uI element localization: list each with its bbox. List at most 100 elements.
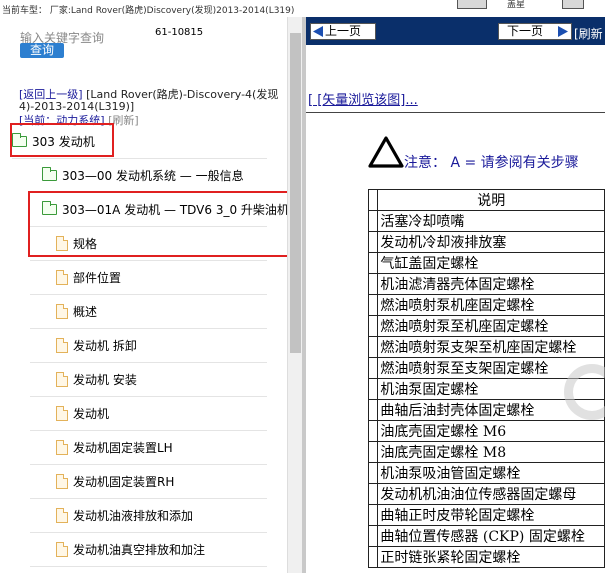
table-cell-description: 活塞冷却喷嘴 [377, 210, 605, 232]
table-cell-description: 燃油喷射泵至机座固定螺栓 [377, 315, 605, 337]
table-row: 油底壳固定螺栓 M6 [367, 420, 605, 442]
table-row: 曲轴位置传感器 (CKP) 固定螺栓 [367, 525, 605, 547]
vertical-scrollbar[interactable] [287, 17, 302, 573]
top-bar: 当前车型： 厂家:Land Rover(路虎)Discovery(发现)2013… [0, 0, 605, 17]
table-cell-description: 机油泵吸油管固定螺栓 [377, 462, 605, 484]
table-row: 燃油喷射泵支架至机座固定螺栓 [367, 336, 605, 358]
vector-view-link[interactable]: [ [矢量浏览该图]... [308, 89, 418, 108]
table-row: 发动机机油油位传感器固定螺母 [367, 483, 605, 505]
tree-document-item[interactable]: 发动机固定装置RH [56, 465, 174, 497]
annotation-highlight-box [10, 123, 114, 157]
tree-document-item[interactable]: 概述 [56, 295, 97, 327]
table-row: 油底壳固定螺栓 M8 [367, 441, 605, 463]
tree-document-item[interactable]: 发动机 [56, 397, 109, 429]
table-cell [367, 525, 379, 547]
table-cell-description: 发动机机油油位传感器固定螺母 [377, 483, 605, 505]
table-header-description: 说明 [377, 189, 605, 211]
table-cell-description: 燃油喷射泵支架至机座固定螺栓 [377, 336, 605, 358]
table-cell [367, 231, 379, 253]
table-cell-description: 曲轴位置传感器 (CKP) 固定螺栓 [377, 525, 605, 547]
document-icon [56, 541, 68, 557]
table-cell-description: 曲轴正时皮带轮固定螺栓 [377, 504, 605, 526]
tree-item-label: 发动机固定装置RH [73, 474, 175, 489]
tree-item-label: 概述 [73, 304, 98, 319]
tree-separator [30, 566, 267, 567]
viewer-toolbar: 上一页 下一页 [刷新 [306, 17, 605, 45]
navigation-pane: 输入关键字查询 查询 61-10815 [返回上一级] [Land Rover(… [0, 17, 304, 573]
arrow-right-icon [558, 26, 568, 37]
note-body: A = 请参阅有关步骤 [450, 155, 579, 171]
tree-document-item[interactable]: 发动机油液排放和添加 [56, 499, 193, 531]
table-cell [367, 294, 379, 316]
table-cell [367, 420, 379, 442]
tree-item-label: 发动机 安装 [73, 372, 137, 387]
back-link[interactable]: [返回上一级] [Land Rover(路虎)-Discovery-4(发现4)… [19, 89, 281, 113]
toolbar-label: 盖星 [507, 0, 526, 10]
table-cell [367, 315, 379, 337]
table-cell-description: 油底壳固定螺栓 M6 [377, 420, 605, 442]
tree-item-label: 发动机 拆卸 [73, 338, 137, 353]
document-viewer: 上一页 下一页 [刷新 [ [矢量浏览该图]... 注意： A = 请参阅有关步… [306, 17, 605, 573]
tree-item-label: 部件位置 [73, 270, 122, 285]
table-row: 发动机冷却液排放塞 [367, 231, 605, 253]
table-cell [367, 357, 379, 379]
prev-page-button[interactable]: 上一页 [310, 23, 376, 40]
note-label: 注意： [404, 155, 446, 171]
tree-document-item[interactable]: 发动机 拆卸 [56, 329, 137, 361]
table-row: 正时链张紧轮固定螺栓 [367, 546, 605, 568]
table-cell-description: 气缸盖固定螺栓 [377, 252, 605, 274]
table-cell-description: 油底壳固定螺栓 M8 [377, 441, 605, 463]
tree-item-label: 发动机 [73, 406, 110, 421]
table-cell [367, 336, 379, 358]
table-row: 活塞冷却喷嘴 [367, 210, 605, 232]
scrollbar-thumb[interactable] [290, 33, 301, 353]
table-cell [367, 462, 379, 484]
table-row: 燃油喷射泵机座固定螺栓 [367, 294, 605, 316]
table-row: 气缸盖固定螺栓 [367, 252, 605, 274]
document-icon [56, 439, 68, 455]
table-cell [367, 273, 379, 295]
tree-document-item[interactable]: 发动机固定装置LH [56, 431, 173, 463]
arrow-left-icon [313, 26, 323, 37]
tree-item-label: 发动机油真空排放和加注 [73, 542, 206, 557]
table-row: 曲轴正时皮带轮固定螺栓 [367, 504, 605, 526]
document-icon [56, 303, 68, 319]
tree-item-label: 303—00 发动机系统 — 一般信息 [62, 168, 244, 183]
annotation-highlight-box [28, 191, 300, 257]
document-icon [56, 405, 68, 421]
viewer-refresh-link[interactable]: [刷新 [574, 25, 603, 42]
table-cell [367, 210, 379, 232]
warning-triangle-icon [368, 136, 404, 168]
table-row: 燃油喷射泵至机座固定螺栓 [367, 315, 605, 337]
next-page-button[interactable]: 下一页 [498, 23, 572, 40]
divider-line [306, 112, 605, 113]
tree-folder-item[interactable]: 303—00 发动机系统 — 一般信息 [42, 159, 244, 191]
table-cell-description: 正时链张紧轮固定螺栓 [377, 546, 605, 568]
table-cell [367, 546, 379, 568]
result-count: 61-10815 [155, 27, 204, 38]
table-header-cell [367, 189, 379, 211]
toolbar-icon[interactable] [457, 0, 487, 9]
document-icon [56, 337, 68, 353]
prev-page-label: 上一页 [325, 24, 362, 38]
search-button[interactable]: 查询 [20, 43, 64, 58]
table-cell [367, 483, 379, 505]
note-text: 注意： A = 请参阅有关步骤 [404, 152, 579, 172]
tree-item-label: 发动机固定装置LH [73, 440, 173, 455]
table-cell-description: 机油滤清器壳体固定螺栓 [377, 273, 605, 295]
tree-document-item[interactable]: 发动机 安装 [56, 363, 137, 395]
table-cell [367, 399, 379, 421]
table-cell [367, 378, 379, 400]
document-icon [56, 473, 68, 489]
current-vehicle-label: 当前车型： 厂家:Land Rover(路虎)Discovery(发现)2013… [2, 6, 295, 16]
tree-document-item[interactable]: 发动机油真空排放和加注 [56, 533, 205, 565]
next-page-label: 下一页 [507, 24, 544, 38]
table-cell [367, 252, 379, 274]
toolbar-icon[interactable] [562, 0, 584, 9]
tree-item-label: 发动机油液排放和添加 [73, 508, 194, 523]
document-icon [56, 269, 68, 285]
table-row: 机油泵吸油管固定螺栓 [367, 462, 605, 484]
document-icon [56, 507, 68, 523]
tree-document-item[interactable]: 部件位置 [56, 261, 121, 293]
table-cell-description: 发动机冷却液排放塞 [377, 231, 605, 253]
